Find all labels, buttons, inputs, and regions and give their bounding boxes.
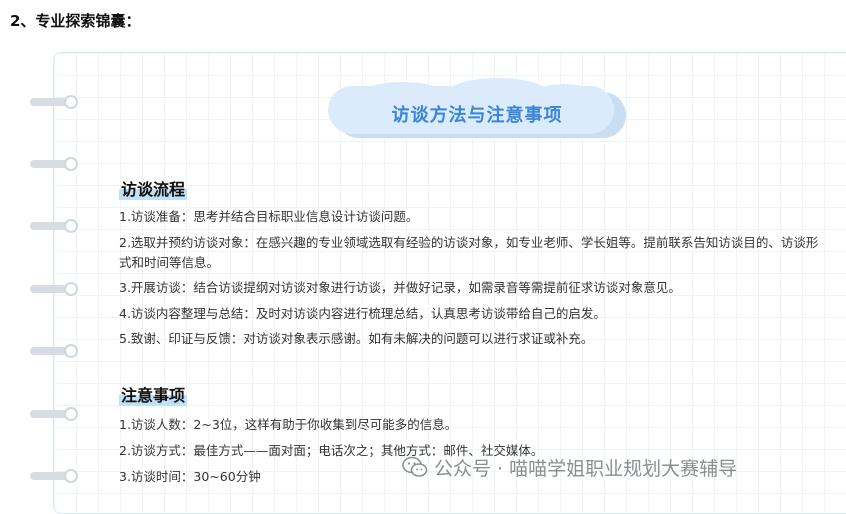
binder-ring [30,157,78,171]
list-item: 3.开展访谈：结合访谈提纲对访谈对象进行访谈，并做好记录，如需录音等需提前征求访… [119,280,681,295]
list-item: 1.访谈准备：思考并结合目标职业信息设计访谈问题。 [119,209,419,224]
card-title: 访谈方法与注意事项 [391,105,563,126]
binder-ring [30,407,78,421]
wechat-icon [402,456,428,477]
page-heading: 2、专业探索锦囊： [10,12,141,30]
list-item: 1.访谈人数：2~3位，这样有助于你收集到尽可能多的信息。 [119,417,458,432]
list-item: 5.致谢、印证与反馈：对访谈对象表示感谢。如有未解决的问题可以进行求证或补充。 [119,331,594,346]
watermark-text: 公众号 · 喵喵学姐职业规划大赛辅导 [434,457,738,480]
list-item: 2.选取并预约访谈对象：在感兴趣的专业领域选取有经验的访谈对象，如专业老师、学长… [119,235,819,250]
list-item: 4.访谈内容整理与总结：及时对访谈内容进行梳理总结，认真思考访谈带给自己的启发。 [119,306,606,321]
list-item-continuation: 式和时间等信息。 [119,255,220,270]
list-item: 3.访谈时间：30~60分钟 [119,469,261,484]
title-cloud: 访谈方法与注意事项 [328,78,626,140]
section-title-interview-process: 访谈流程 [119,176,188,200]
binder-ring [30,219,78,233]
watermark: 公众号 · 喵喵学姐职业规划大赛辅导 [402,454,737,480]
binder-ring [30,95,78,109]
binder-ring [30,282,78,296]
binder-ring [30,344,78,358]
section-title-notes: 注意事项 [119,382,188,406]
binder-ring [30,469,78,483]
